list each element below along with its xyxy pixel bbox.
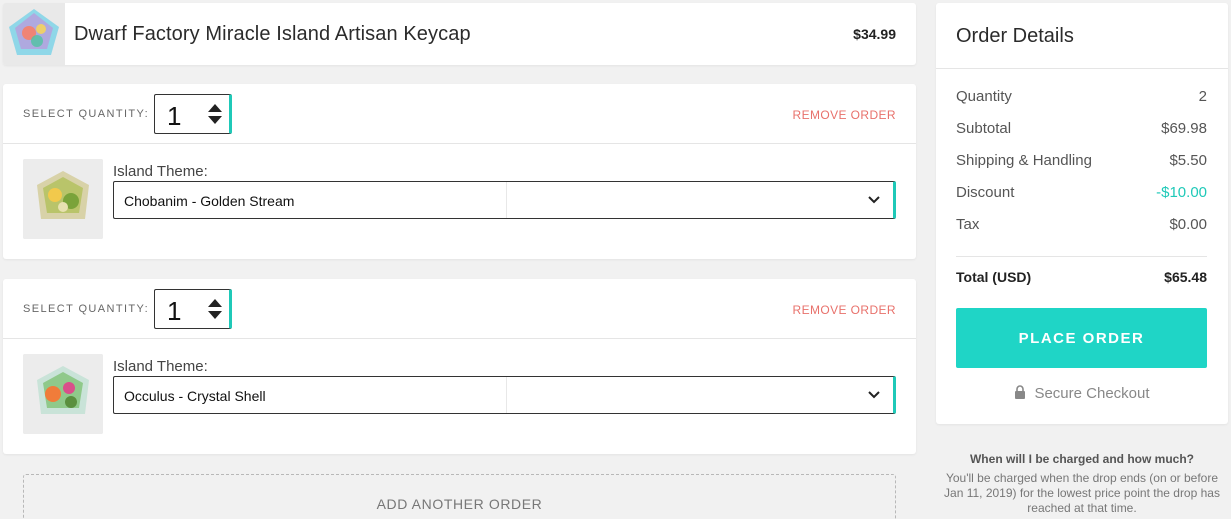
up-down-arrows-icon[interactable] — [208, 104, 222, 124]
order-card: SELECT QUANTITY: 1 REMOVE ORDER Island T… — [3, 279, 916, 454]
detail-value: $0.00 — [1169, 216, 1207, 233]
order-details-panel: Order Details Quantity 2 Subtotal $69.98… — [936, 3, 1228, 424]
select-divider — [506, 377, 507, 413]
detail-value: $69.98 — [1161, 120, 1207, 137]
quantity-stepper[interactable]: 1 — [154, 94, 232, 134]
place-order-label: PLACE ORDER — [1018, 329, 1145, 347]
chevron-down-icon — [868, 196, 880, 204]
charge-faq-title: When will I be charged and how much? — [969, 452, 1194, 466]
charge-faq-body: You'll be charged when the drop ends (on… — [944, 471, 1220, 515]
theme-select[interactable]: Occulus - Crystal Shell — [113, 376, 896, 414]
add-another-order-label: ADD ANOTHER ORDER — [376, 496, 543, 512]
detail-label: Discount — [956, 184, 1015, 201]
quantity-label: SELECT QUANTITY: — [23, 108, 150, 120]
product-name: Dwarf Factory Miracle Island Artisan Key… — [74, 23, 471, 45]
order-card: SELECT QUANTITY: 1 REMOVE ORDER Island T… — [3, 84, 916, 259]
detail-label: Quantity — [956, 88, 1012, 105]
theme-label: Island Theme: — [113, 358, 208, 375]
detail-row-quantity: Quantity 2 — [956, 88, 1207, 105]
theme-selected-value: Chobanim - Golden Stream — [124, 193, 295, 209]
detail-row-subtotal: Subtotal $69.98 — [956, 120, 1207, 137]
quantity-value: 1 — [167, 101, 182, 131]
order-details-title: Order Details — [956, 25, 1074, 47]
theme-image — [23, 354, 103, 434]
remove-order-link[interactable]: REMOVE ORDER — [793, 108, 896, 122]
order-quantity-bar: SELECT QUANTITY: 1 REMOVE ORDER — [3, 279, 916, 339]
select-divider — [506, 182, 507, 218]
detail-row-tax: Tax $0.00 — [956, 216, 1207, 233]
up-down-arrows-icon[interactable] — [208, 299, 222, 319]
quantity-value: 1 — [167, 296, 182, 326]
detail-value: 2 — [1198, 88, 1207, 105]
place-order-button[interactable]: PLACE ORDER — [956, 308, 1207, 368]
chevron-down-icon — [868, 391, 880, 399]
secure-checkout-label: Secure Checkout — [1034, 385, 1150, 402]
divider — [956, 256, 1207, 257]
detail-value: $5.50 — [1169, 152, 1207, 169]
quantity-label: SELECT QUANTITY: — [23, 303, 150, 315]
detail-label: Subtotal — [956, 120, 1012, 137]
total-value: $65.48 — [1164, 269, 1207, 285]
lock-icon — [1015, 385, 1026, 399]
product-image — [3, 3, 65, 65]
total-row: Total (USD) $65.48 — [956, 269, 1207, 285]
detail-row-discount: Discount -$10.00 — [956, 184, 1207, 201]
theme-image — [23, 159, 103, 239]
detail-value-discount: -$10.00 — [1156, 184, 1207, 201]
secure-checkout: Secure Checkout — [936, 385, 1228, 402]
theme-selected-value: Occulus - Crystal Shell — [124, 388, 266, 404]
theme-select[interactable]: Chobanim - Golden Stream — [113, 181, 896, 219]
total-label: Total (USD) — [956, 269, 1032, 285]
product-header: Dwarf Factory Miracle Island Artisan Key… — [3, 3, 916, 65]
product-price: $34.99 — [853, 26, 896, 42]
detail-label: Tax — [956, 216, 980, 233]
remove-order-link[interactable]: REMOVE ORDER — [793, 303, 896, 317]
theme-label: Island Theme: — [113, 163, 208, 180]
order-quantity-bar: SELECT QUANTITY: 1 REMOVE ORDER — [3, 84, 916, 144]
quantity-stepper[interactable]: 1 — [154, 289, 232, 329]
divider — [936, 68, 1228, 69]
detail-row-shipping: Shipping & Handling $5.50 — [956, 152, 1207, 169]
add-another-order-button[interactable]: ADD ANOTHER ORDER — [23, 474, 896, 519]
detail-label: Shipping & Handling — [956, 152, 1092, 169]
